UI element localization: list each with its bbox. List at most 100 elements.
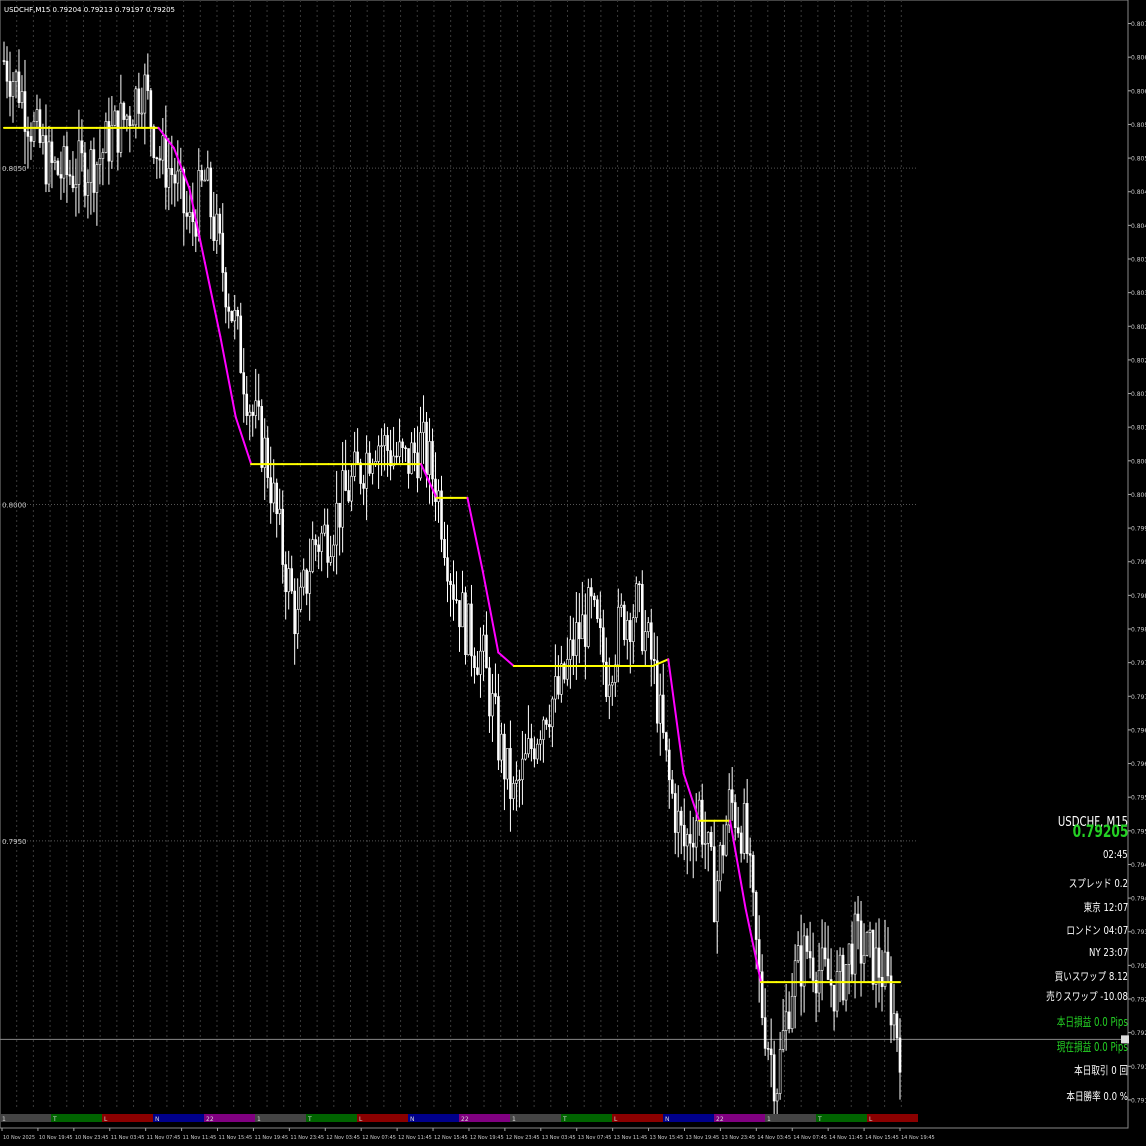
candle-body <box>521 758 524 780</box>
candle-body <box>715 880 719 923</box>
ma-segment <box>188 187 206 264</box>
candle-body <box>602 627 605 663</box>
time-label: 13 Nov 07:45 <box>578 1135 612 1141</box>
candle-body <box>503 733 506 780</box>
candle-body <box>889 975 893 1026</box>
candle-body <box>92 149 96 193</box>
session-label: T <box>52 1116 57 1123</box>
candle-body <box>718 844 722 882</box>
candle-body <box>676 810 680 833</box>
candle-body <box>811 957 815 981</box>
candle-body <box>128 115 132 127</box>
candle-body <box>784 1011 788 1031</box>
candle-body <box>838 954 842 972</box>
candle-body <box>629 620 632 642</box>
candle-body <box>290 568 293 592</box>
candle-body <box>272 482 275 504</box>
candle-body <box>482 634 485 652</box>
candle-body <box>682 824 686 847</box>
time-label: 12 Nov 03:45 <box>326 1135 360 1141</box>
candle-body <box>212 216 216 241</box>
candle-body <box>560 663 563 695</box>
candle-body <box>275 482 278 515</box>
candle-body <box>479 650 482 675</box>
candle-body <box>425 421 428 475</box>
candle-body <box>305 569 308 594</box>
candle-body <box>491 693 494 717</box>
time-label: 11 Nov 15:45 <box>219 1135 253 1141</box>
candle-body <box>566 659 569 680</box>
candle-body <box>263 437 267 468</box>
candle-body <box>158 158 162 161</box>
candle-body <box>533 748 536 760</box>
candle-body <box>545 719 548 725</box>
session-segment <box>255 1114 306 1122</box>
session-segment <box>102 1114 153 1122</box>
swap-buy: 買いスワップ 8.12 <box>1054 970 1128 983</box>
session-label: 1 <box>257 1116 261 1123</box>
price-tick-label: 0.79615 <box>1131 761 1146 768</box>
candle-body <box>548 724 551 728</box>
candle-body <box>775 1093 779 1102</box>
candle-body <box>56 160 60 175</box>
ma-segment <box>172 147 191 190</box>
candle-body <box>413 442 416 454</box>
candle-body <box>769 1048 773 1056</box>
time-axis: 10 Nov 2025 10 Nov 19:45 10 Nov 23:45 11 No… <box>1 1128 935 1141</box>
candle-body <box>733 802 737 829</box>
candle-body <box>799 945 803 987</box>
candle-body <box>661 694 665 733</box>
candle-body <box>820 947 824 971</box>
price-tick-label: 0.80515 <box>1131 156 1146 163</box>
candle-body <box>572 639 575 656</box>
candle-body <box>191 211 195 223</box>
candle-body <box>805 935 809 952</box>
candle-body <box>892 1013 896 1026</box>
candle-body <box>239 315 243 373</box>
candle-body <box>751 854 755 893</box>
candle-body <box>518 779 521 781</box>
candle-body <box>452 584 455 600</box>
price-chart[interactable]: 0.8050 0.8000 0.7950 0.80715 0.80665 0.80615… <box>0 0 1146 1146</box>
candlestick-series <box>2 41 902 1120</box>
candle-body <box>691 842 695 848</box>
candle-body <box>347 490 350 502</box>
price-tick-label: 0.79365 <box>1131 929 1146 936</box>
candle-body <box>542 719 545 740</box>
candle-body <box>637 583 641 586</box>
candle-body <box>527 738 530 755</box>
candle-body <box>712 846 716 923</box>
price-tick-label: 0.79715 <box>1131 694 1146 701</box>
session-segment <box>765 1114 816 1122</box>
candle-body <box>826 958 830 980</box>
candle-body <box>215 213 219 241</box>
time-label: 11 Nov 19:45 <box>254 1135 288 1141</box>
candle-body <box>874 947 878 985</box>
candle-body <box>739 832 743 854</box>
candle-body <box>443 539 446 558</box>
candle-body <box>584 614 587 647</box>
session-segment <box>0 1114 51 1122</box>
ma-segment <box>497 651 515 667</box>
candle-body <box>649 622 653 660</box>
candle-body <box>709 832 713 847</box>
candle-body <box>266 437 270 478</box>
time-label: 13 Nov 19:45 <box>685 1135 719 1141</box>
candle-body <box>131 124 135 127</box>
session-label: 1 <box>512 1116 516 1123</box>
candle-body <box>17 71 21 103</box>
time-label: 12 Nov 23:45 <box>506 1135 540 1141</box>
candle-body <box>410 442 413 474</box>
candle-body <box>706 832 710 844</box>
london-time: ロンドン 04:07 <box>1066 924 1128 937</box>
candle-body <box>422 421 425 433</box>
candle-body <box>323 524 326 534</box>
price-tick-label: 0.79815 <box>1131 627 1146 634</box>
moving-average-line <box>3 126 901 984</box>
time-label: 12 Nov 15:45 <box>434 1135 468 1141</box>
candle-body <box>856 913 860 922</box>
candle-body <box>383 435 386 446</box>
price-tick-label: 0.80265 <box>1131 324 1146 331</box>
price-tick-label: 0.79965 <box>1131 526 1146 533</box>
candle-body <box>464 592 467 655</box>
